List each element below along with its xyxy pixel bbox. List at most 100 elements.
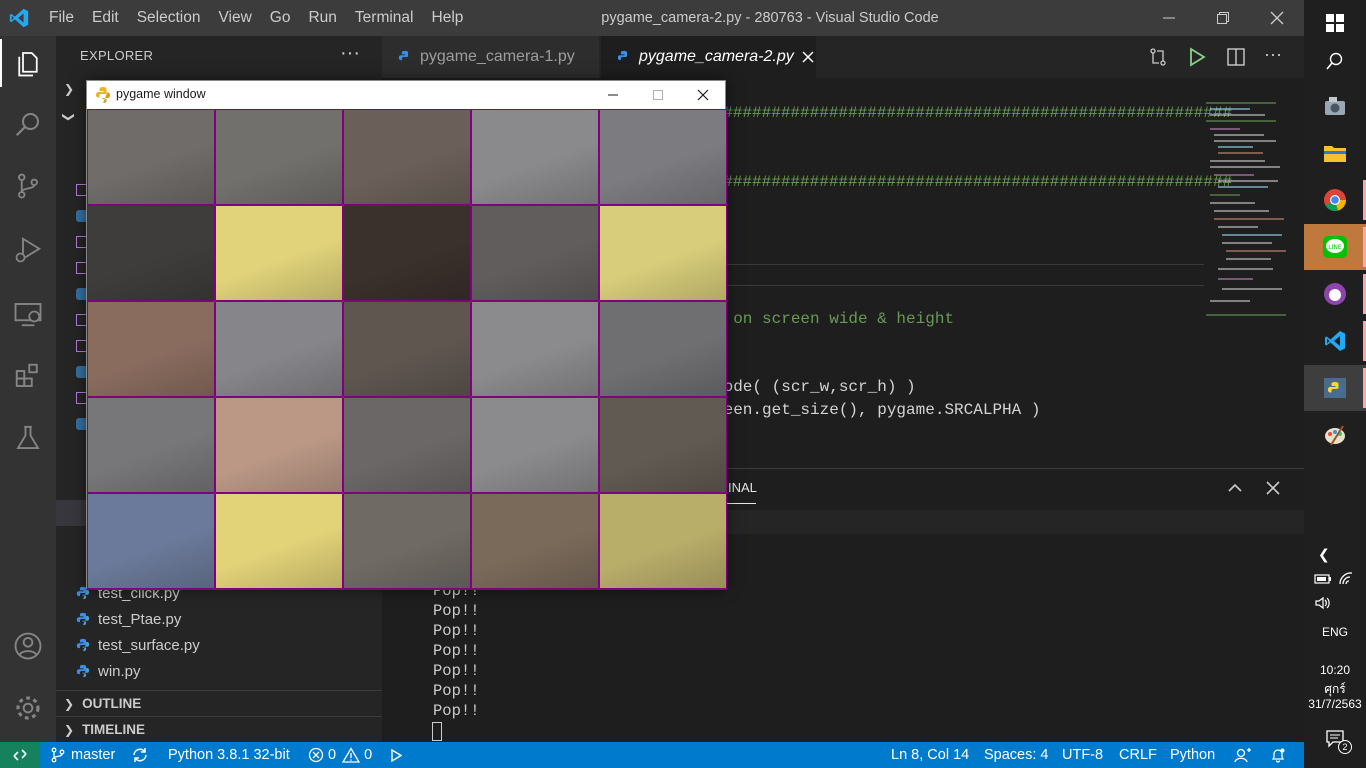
camera-tile[interactable] <box>472 110 598 204</box>
eol-button[interactable]: CRLF <box>1119 742 1157 768</box>
pygame-window[interactable]: pygame window <box>86 80 727 590</box>
source-control-button[interactable] <box>0 162 56 210</box>
restore-button[interactable] <box>1200 0 1246 36</box>
run-debug-button[interactable] <box>0 226 56 274</box>
menu-help[interactable]: Help <box>423 9 473 27</box>
remote-indicator-button[interactable] <box>0 742 40 768</box>
camera-tile[interactable] <box>600 398 726 492</box>
menu-file[interactable]: File <box>40 9 83 27</box>
feedback-icon[interactable] <box>1234 747 1252 763</box>
taskbar-camera-app[interactable] <box>1304 83 1366 129</box>
camera-tile[interactable] <box>472 398 598 492</box>
menu-terminal[interactable]: Terminal <box>346 9 423 27</box>
camera-tile[interactable] <box>600 206 726 300</box>
camera-tile[interactable] <box>344 206 470 300</box>
camera-tile[interactable] <box>472 494 598 588</box>
file-test-surface[interactable]: test_surface.py <box>56 632 382 658</box>
volume-icon[interactable] <box>1314 596 1332 610</box>
camera-tile[interactable] <box>216 398 342 492</box>
accounts-button[interactable] <box>0 622 56 670</box>
file-test-ptae[interactable]: test_Ptae.py <box>56 606 382 632</box>
language-mode-button[interactable]: Python <box>1170 742 1215 768</box>
search-button[interactable] <box>0 100 56 148</box>
tab-pygame-camera-2[interactable]: pygame_camera-2.py <box>601 36 817 78</box>
camera-tile[interactable] <box>88 110 214 204</box>
close-panel-icon[interactable] <box>1266 481 1280 495</box>
camera-tile[interactable] <box>216 206 342 300</box>
problems-button[interactable]: 0 0 <box>308 742 372 768</box>
camera-tile[interactable] <box>344 398 470 492</box>
camera-tile[interactable] <box>600 302 726 396</box>
split-editor-icon[interactable] <box>1226 47 1246 67</box>
show-hidden-icons-chevron-icon[interactable]: ❮ <box>1318 546 1330 563</box>
encoding-button[interactable]: UTF-8 <box>1062 742 1103 768</box>
clock-time[interactable]: 10:20 <box>1304 663 1366 677</box>
manage-button[interactable] <box>0 684 56 732</box>
run-file-icon[interactable] <box>1188 47 1206 67</box>
compare-changes-icon[interactable] <box>1148 47 1168 67</box>
menu-go[interactable]: Go <box>261 9 300 27</box>
more-actions-icon[interactable]: ··· <box>1264 44 1282 65</box>
camera-tile[interactable] <box>216 494 342 588</box>
explorer-more-button[interactable]: ··· <box>340 42 360 65</box>
camera-tile[interactable] <box>600 110 726 204</box>
taskbar-paint[interactable] <box>1304 412 1366 458</box>
camera-tile-grid[interactable] <box>87 109 727 590</box>
pygame-titlebar[interactable]: pygame window <box>87 81 725 109</box>
taskbar-chrome[interactable] <box>1304 177 1366 223</box>
taskbar-line[interactable]: LINE <box>1304 224 1366 270</box>
camera-tile[interactable] <box>88 302 214 396</box>
outline-section[interactable]: ❯ OUTLINE <box>56 690 382 716</box>
battery-icon[interactable] <box>1314 572 1332 586</box>
file-win[interactable]: win.py <box>56 658 382 684</box>
tab-pygame-camera-1[interactable]: pygame_camera-1.py <box>382 36 600 78</box>
pygame-maximize-button[interactable] <box>635 81 681 109</box>
cursor-position-button[interactable]: Ln 8, Col 14 <box>891 742 969 768</box>
camera-tile[interactable] <box>472 302 598 396</box>
chevron-right-icon: ❯ <box>64 696 75 711</box>
extensions-button[interactable] <box>0 352 56 400</box>
taskbar-search-button[interactable] <box>1304 38 1366 84</box>
run-code-icon[interactable] <box>390 749 402 762</box>
python-interpreter-button[interactable]: Python 3.8.1 32-bit <box>168 742 290 768</box>
wifi-icon[interactable] <box>1338 572 1354 586</box>
explorer-button[interactable] <box>0 39 56 87</box>
maximize-panel-icon[interactable] <box>1227 482 1243 494</box>
taskbar-vscode[interactable] <box>1304 318 1366 364</box>
timeline-section[interactable]: ❯ TIMELINE <box>56 716 382 742</box>
menu-run[interactable]: Run <box>299 9 345 27</box>
branch-button[interactable]: master <box>50 742 115 768</box>
action-center-button[interactable]: 2 <box>1326 730 1352 754</box>
camera-tile[interactable] <box>216 302 342 396</box>
camera-tile[interactable] <box>88 398 214 492</box>
camera-tile[interactable] <box>344 302 470 396</box>
minimap[interactable] <box>1206 102 1288 322</box>
input-language-button[interactable]: ENG <box>1304 625 1366 639</box>
camera-tile[interactable] <box>472 206 598 300</box>
camera-tile[interactable] <box>600 494 726 588</box>
taskbar-file-explorer[interactable] <box>1304 130 1366 176</box>
indentation-button[interactable]: Spaces: 4 <box>984 742 1049 768</box>
taskbar-python[interactable] <box>1304 365 1366 411</box>
minimize-button[interactable] <box>1146 0 1192 36</box>
notifications-bell-icon[interactable] <box>1270 747 1286 763</box>
pygame-minimize-button[interactable] <box>590 81 636 109</box>
camera-tile[interactable] <box>344 110 470 204</box>
camera-tile[interactable] <box>88 206 214 300</box>
close-tab-icon[interactable] <box>802 51 814 63</box>
tab-terminal[interactable]: INAL <box>728 480 757 495</box>
close-window-button[interactable] <box>1254 0 1300 36</box>
sync-icon[interactable] <box>131 747 149 763</box>
menu-edit[interactable]: Edit <box>83 9 128 27</box>
source-control-icon <box>18 173 38 199</box>
menu-view[interactable]: View <box>209 9 260 27</box>
camera-tile[interactable] <box>88 494 214 588</box>
camera-tile[interactable] <box>344 494 470 588</box>
camera-tile[interactable] <box>216 110 342 204</box>
taskbar-purple-app[interactable] <box>1304 271 1366 317</box>
pygame-close-button[interactable] <box>680 81 726 109</box>
testing-button[interactable] <box>0 414 56 462</box>
python-icon <box>1324 378 1346 398</box>
remote-explorer-button[interactable] <box>0 290 56 338</box>
menu-selection[interactable]: Selection <box>128 9 210 27</box>
